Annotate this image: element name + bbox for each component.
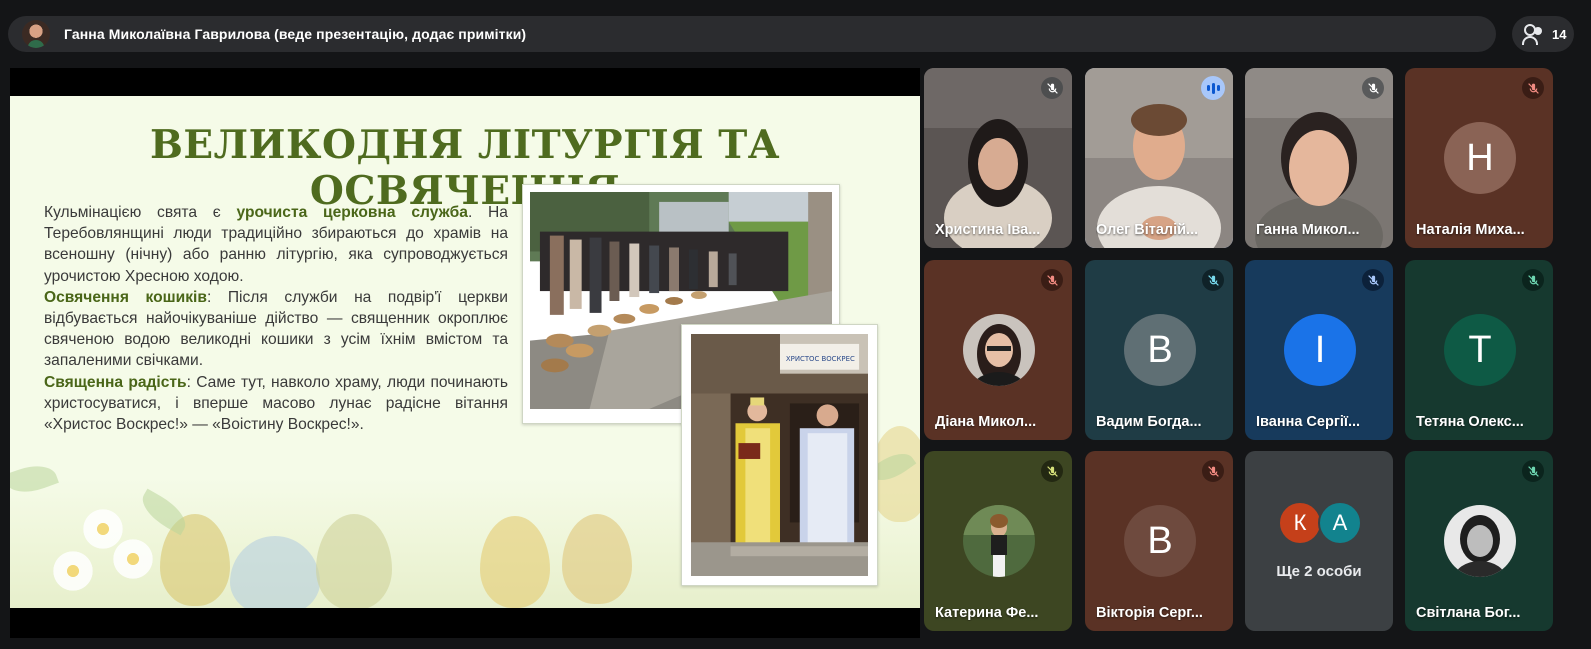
presenter-avatar	[22, 20, 50, 48]
people-icon	[1522, 23, 1544, 45]
mic-off-icon	[1041, 460, 1063, 482]
avatar: І	[1284, 314, 1356, 386]
avatar: Н	[1444, 122, 1516, 194]
body-text: Кульмінацією свята є	[44, 204, 237, 221]
priest-blessing-photo: ХРИСТОС ВОСКРЕС	[681, 324, 878, 586]
participant-name: Христина Іва...	[935, 222, 1041, 238]
participant-tile[interactable]: В Вікторія Серг...	[1085, 451, 1233, 631]
participant-tile[interactable]: Христина Іва...	[924, 68, 1072, 248]
participant-tile[interactable]: В Вадим Богда...	[1085, 260, 1233, 440]
participant-count: 14	[1552, 26, 1567, 42]
participant-tile[interactable]: Н Наталія Миха...	[1405, 68, 1553, 248]
mic-off-icon	[1362, 77, 1384, 99]
body-emphasis: Освячення кошиків	[44, 288, 207, 306]
mic-off-icon	[1522, 269, 1544, 291]
more-participants-label: Ще 2 особи	[1276, 563, 1362, 580]
participant-name: Іванна Сергії...	[1256, 414, 1361, 430]
participants-button[interactable]: 14	[1512, 16, 1574, 52]
avatar: В	[1124, 505, 1196, 577]
participant-name: Тетяна Олекс...	[1416, 414, 1524, 430]
participant-tile[interactable]: Світлана Бог...	[1405, 451, 1553, 631]
participant-tile[interactable]: Катерина Фе...	[924, 451, 1072, 631]
more-participants-tile[interactable]: К А Ще 2 особи	[1245, 451, 1393, 631]
flower-decoration	[50, 548, 96, 594]
presenter-bar: Ганна Миколаївна Гаврилова (веде презент…	[8, 16, 1496, 52]
avatar	[963, 314, 1035, 386]
participant-tile[interactable]: Ганна Микол...	[1245, 68, 1393, 248]
banner-text: ХРИСТОС ВОСКРЕС	[786, 355, 855, 363]
participant-name: Катерина Фе...	[935, 605, 1039, 621]
mic-off-icon	[1522, 77, 1544, 99]
participant-name: Олег Віталій...	[1096, 222, 1199, 238]
participant-tile[interactable]: І Іванна Сергії...	[1245, 260, 1393, 440]
avatar	[1444, 505, 1516, 577]
participant-name: Діана Микол...	[935, 414, 1037, 430]
participant-tile-active[interactable]: Олег Віталій...	[1085, 68, 1233, 248]
avatar: К	[1278, 501, 1322, 545]
participant-tile[interactable]: Діана Микол...	[924, 260, 1072, 440]
body-emphasis: Священна радість	[44, 373, 187, 391]
mic-off-icon	[1202, 460, 1224, 482]
mic-off-icon	[1041, 77, 1063, 99]
avatar: Т	[1444, 314, 1516, 386]
body-emphasis: урочиста церковна служба	[236, 204, 468, 221]
flower-decoration	[110, 536, 156, 582]
avatar: В	[1124, 314, 1196, 386]
mic-off-icon	[1362, 269, 1384, 291]
participant-name: Світлана Бог...	[1416, 605, 1521, 621]
participant-name: Вікторія Серг...	[1096, 605, 1203, 621]
slide: ВЕЛИКОДНЯ ЛІТУРГІЯ ТА ОСВЯЧЕННЯ Кульміна…	[10, 96, 920, 608]
mic-off-icon	[1522, 460, 1544, 482]
mic-off-icon	[1202, 269, 1224, 291]
presenter-name: Ганна Миколаївна Гаврилова (веде презент…	[64, 26, 527, 42]
avatar	[963, 505, 1035, 577]
presentation-area: ВЕЛИКОДНЯ ЛІТУРГІЯ ТА ОСВЯЧЕННЯ Кульміна…	[10, 68, 920, 638]
more-avatars: К А	[1278, 501, 1368, 545]
participant-name: Ганна Микол...	[1256, 222, 1360, 238]
avatar: А	[1318, 501, 1362, 545]
slide-body: Кульмінацією свята є урочиста церковна с…	[44, 202, 508, 435]
participant-name: Вадим Богда...	[1096, 414, 1202, 430]
mic-off-icon	[1041, 269, 1063, 291]
participant-tile[interactable]: Т Тетяна Олекс...	[1405, 260, 1553, 440]
participant-name: Наталія Миха...	[1416, 222, 1525, 238]
audio-level-icon	[1201, 76, 1225, 100]
